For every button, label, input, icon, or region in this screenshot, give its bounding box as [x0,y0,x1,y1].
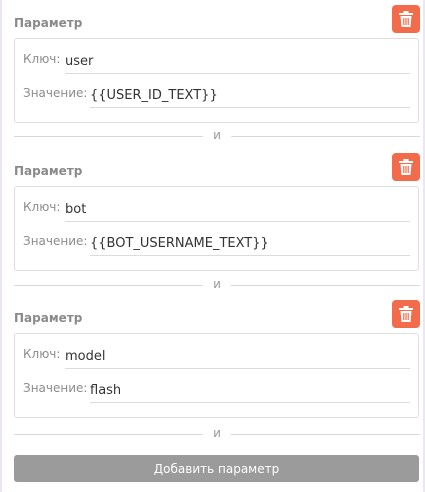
value-row: Значение: [23,373,410,403]
key-input[interactable] [65,44,410,74]
key-row: Ключ: [23,339,410,369]
param-header: Параметр [14,153,420,183]
value-input[interactable] [90,226,410,256]
key-label: Ключ: [23,200,61,214]
key-input[interactable] [65,192,410,222]
param-header: Параметр [14,300,420,330]
delete-param-button[interactable] [392,300,420,328]
param-fields: Ключ: Значение: [14,333,419,418]
separator-text: и [203,277,231,291]
key-row: Ключ: [23,44,410,74]
param-fields: Ключ: Значение: [14,38,419,123]
value-row: Значение: [23,78,410,108]
trash-icon [399,159,413,175]
key-row: Ключ: [23,192,410,222]
add-param-button[interactable]: Добавить параметр [14,455,419,482]
value-label: Значение: [23,234,88,248]
param-title: Параметр [14,311,83,325]
param-group: Параметр Ключ: Значение: [14,300,420,418]
and-separator: и [14,128,420,144]
value-row: Значение: [23,226,410,256]
key-label: Ключ: [23,347,61,361]
value-input[interactable] [90,78,410,108]
delete-param-button[interactable] [392,5,420,33]
param-fields: Ключ: Значение: [14,186,419,271]
value-label: Значение: [23,381,88,395]
and-separator: и [14,426,420,442]
key-label: Ключ: [23,52,61,66]
delete-param-button[interactable] [392,153,420,181]
value-input[interactable] [90,373,410,403]
param-header: Параметр [14,5,420,35]
param-title: Параметр [14,16,83,30]
and-separator: и [14,277,420,293]
key-input[interactable] [65,339,410,369]
trash-icon [399,11,413,27]
separator-text: и [203,426,231,440]
param-group: Параметр Ключ: Значение: [14,5,420,123]
separator-text: и [203,128,231,142]
value-label: Значение: [23,86,88,100]
param-group: Параметр Ключ: Значение: [14,153,420,271]
param-title: Параметр [14,164,83,178]
params-panel: Параметр Ключ: Значение: [0,0,425,492]
trash-icon [399,306,413,322]
